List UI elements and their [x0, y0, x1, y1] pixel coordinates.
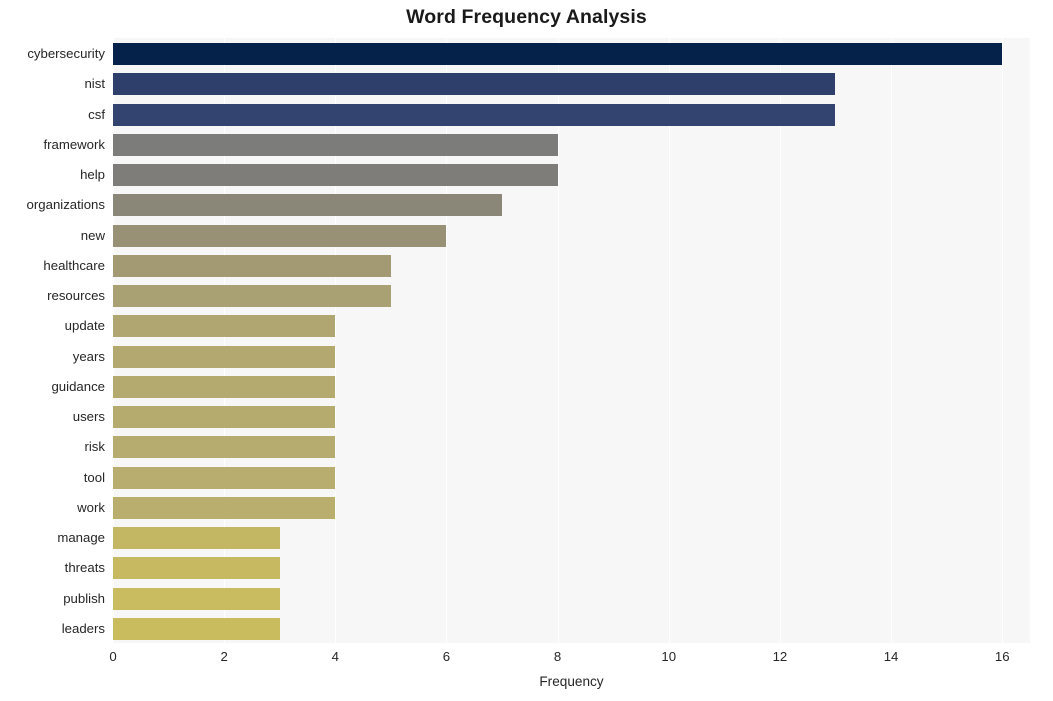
bar-cybersecurity[interactable] [113, 43, 1003, 66]
x-tick-label-4: 4 [331, 649, 339, 664]
bar-fill [113, 254, 391, 277]
bar-fill [113, 43, 1003, 66]
bar-users[interactable] [113, 406, 336, 429]
y-tick-label-risk: risk [84, 439, 105, 455]
bar-new[interactable] [113, 224, 447, 247]
bar-fill [113, 375, 336, 398]
gridline-x-8 [557, 38, 559, 643]
y-tick-label-organizations: organizations [26, 197, 105, 213]
bar-resources[interactable] [113, 285, 391, 308]
bar-update[interactable] [113, 315, 336, 338]
chart-title: Word Frequency Analysis [406, 6, 647, 28]
y-tick-label-csf: csf [88, 106, 105, 122]
bar-manage[interactable] [113, 527, 280, 550]
word-frequency-chart: Word Frequency Analysis cybersecurity nis… [0, 0, 1053, 701]
x-tick-label-12: 12 [772, 649, 788, 664]
gridline-x-12 [779, 38, 781, 643]
bar-fill [113, 133, 558, 156]
bar-leaders[interactable] [113, 617, 280, 640]
y-tick-label-users: users [72, 409, 105, 425]
bar-help[interactable] [113, 164, 558, 187]
bar-fill [113, 557, 280, 580]
y-tick-label-resources: resources [47, 288, 105, 304]
gridline-x-16 [1002, 38, 1004, 643]
y-tick-label-manage: manage [57, 530, 105, 546]
x-axis-tick-labels: 0 2 4 6 8 10 12 14 16 [0, 643, 1053, 671]
bar-healthcare[interactable] [113, 254, 391, 277]
bar-fill [113, 436, 336, 459]
bar-fill [113, 315, 336, 338]
y-tick-label-help: help [80, 167, 105, 183]
x-tick-label-6: 6 [442, 649, 451, 664]
x-tick-label-8: 8 [553, 649, 562, 664]
bar-tool[interactable] [113, 466, 336, 489]
x-tick-label-16: 16 [994, 649, 1010, 664]
bar-fill [113, 194, 503, 217]
x-tick-label-2: 2 [220, 649, 228, 664]
bar-fill [113, 496, 336, 519]
y-tick-label-years: years [72, 348, 105, 364]
bar-fill [113, 466, 336, 489]
bar-organizations[interactable] [113, 194, 503, 217]
bar-fill [113, 224, 447, 247]
y-tick-label-leaders: leaders [61, 620, 105, 636]
bar-guidance[interactable] [113, 375, 336, 398]
bar-fill [113, 164, 558, 187]
y-axis-tick-labels: cybersecurity nist csf framework help organiz… [0, 38, 105, 643]
bar-fill [113, 406, 336, 429]
x-tick-label-0: 0 [109, 649, 117, 664]
bar-fill [113, 527, 280, 550]
bar-fill [113, 587, 280, 610]
bar-risk[interactable] [113, 436, 336, 459]
y-tick-label-healthcare: healthcare [43, 257, 105, 273]
x-tick-label-10: 10 [661, 649, 677, 664]
gridline-x-0 [113, 38, 114, 643]
bar-fill [113, 345, 336, 368]
bar-publish[interactable] [113, 587, 280, 610]
y-tick-label-new: new [80, 227, 105, 243]
plot-area [113, 38, 1030, 643]
x-tick-label-14: 14 [883, 649, 899, 664]
gridline-x-10 [668, 38, 670, 643]
y-tick-label-cybersecurity: cybersecurity [27, 46, 105, 62]
bar-nist[interactable] [113, 73, 836, 96]
gridline-x-14 [891, 38, 893, 643]
bar-fill [113, 73, 836, 96]
gridline-x-6 [446, 38, 448, 643]
bar-fill [113, 103, 836, 126]
y-tick-label-threats: threats [64, 560, 105, 576]
bar-fill [113, 285, 391, 308]
bar-csf[interactable] [113, 103, 836, 126]
gridline-x-4 [335, 38, 337, 643]
y-tick-label-work: work [77, 499, 105, 515]
y-tick-label-publish: publish [63, 590, 105, 606]
y-tick-label-nist: nist [84, 76, 105, 92]
x-axis-label: Frequency [539, 674, 604, 689]
y-tick-label-update: update [64, 318, 105, 334]
bar-framework[interactable] [113, 133, 558, 156]
y-tick-label-tool: tool [83, 469, 105, 485]
y-tick-label-framework: framework [43, 136, 105, 152]
gridline-x-2 [224, 38, 226, 643]
y-tick-label-guidance: guidance [51, 378, 105, 394]
bar-years[interactable] [113, 345, 336, 368]
bar-fill [113, 617, 280, 640]
bar-work[interactable] [113, 496, 336, 519]
bar-threats[interactable] [113, 557, 280, 580]
